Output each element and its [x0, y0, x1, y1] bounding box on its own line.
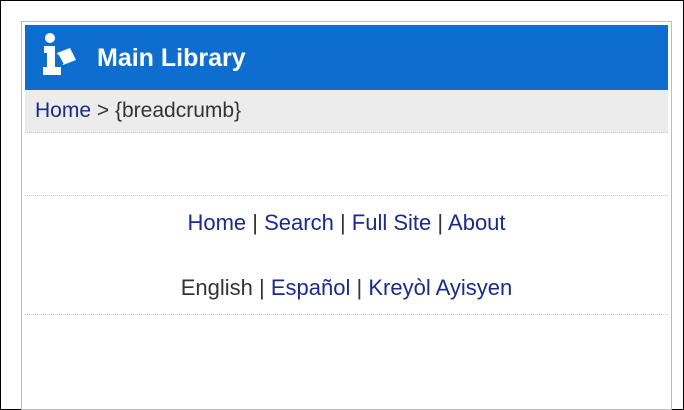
- nav-full-site-link[interactable]: Full Site: [352, 210, 431, 235]
- language-switcher: English | Español | Kreyòl Ayisyen: [25, 268, 668, 308]
- footer-divider: [25, 314, 668, 315]
- breadcrumb-current: {breadcrumb}: [114, 99, 242, 122]
- footer-nav: Home | Search | Full Site | About: [25, 203, 668, 243]
- breadcrumb: Home > {breadcrumb}: [25, 90, 668, 133]
- breadcrumb-separator: >: [96, 99, 110, 122]
- nav-search-link[interactable]: Search: [264, 210, 334, 235]
- site-header: Main Library: [25, 25, 668, 90]
- content-area: [25, 133, 668, 196]
- mobile-page-panel: Main Library Home > {breadcrumb} Home | …: [21, 21, 672, 410]
- nav-separator: |: [437, 210, 444, 235]
- site-title[interactable]: Main Library: [97, 43, 246, 73]
- language-separator: |: [356, 275, 363, 300]
- library-person-reading-icon[interactable]: [39, 31, 79, 81]
- nav-about-link[interactable]: About: [448, 210, 506, 235]
- breadcrumb-home-link[interactable]: Home: [35, 99, 91, 122]
- nav-separator: |: [339, 210, 346, 235]
- screenshot-frame: Main Library Home > {breadcrumb} Home | …: [0, 0, 684, 410]
- language-kreyol-link[interactable]: Kreyòl Ayisyen: [368, 275, 512, 300]
- language-espanol-link[interactable]: Español: [271, 275, 351, 300]
- nav-home-link[interactable]: Home: [187, 210, 246, 235]
- language-separator: |: [259, 275, 265, 300]
- nav-separator: |: [252, 210, 258, 235]
- language-current: English: [180, 275, 253, 300]
